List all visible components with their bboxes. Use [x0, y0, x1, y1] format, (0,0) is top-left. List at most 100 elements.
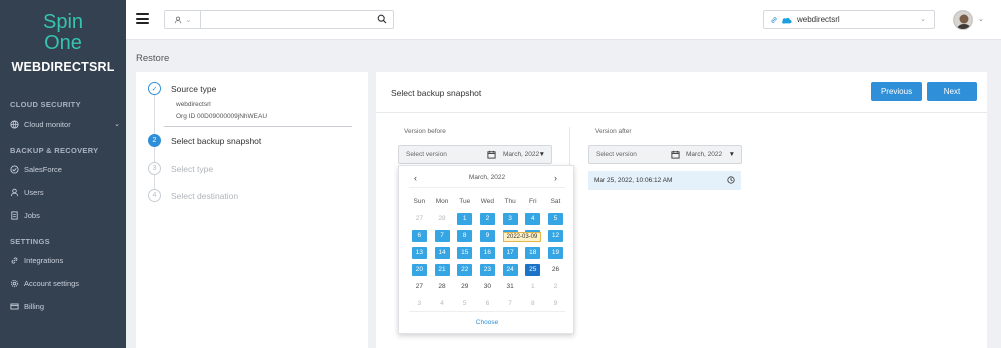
calendar-day[interactable]: 8	[453, 227, 476, 244]
calendar-grid: SunMonTueWedThuFriSat2728123456789101112…	[408, 193, 567, 312]
steps-panel: ✓ Source type webdirectsrl Org ID 00D090…	[136, 72, 368, 348]
calendar-day[interactable]: 14	[431, 244, 454, 261]
org-selector-label: webdirectsrl	[797, 15, 840, 24]
snapshot-item[interactable]: Mar 25, 2022, 10:06:12 AM	[588, 171, 741, 190]
calendar-day[interactable]: 6	[408, 227, 431, 244]
file-icon	[10, 210, 19, 220]
panel-title: Select backup snapshot	[391, 88, 482, 98]
sidebar-item-jobs[interactable]: Jobs	[10, 208, 120, 222]
sidebar-item-account-settings[interactable]: Account settings	[10, 276, 120, 290]
sidebar-item-billing[interactable]: Billing	[10, 299, 120, 313]
calendar-day[interactable]: 16	[476, 244, 499, 261]
date-tooltip: 2022-03-09	[503, 232, 541, 242]
calendar-day-number: 18	[525, 246, 541, 259]
step-select-destination[interactable]: 4 Select destination	[148, 189, 238, 202]
calendar-day-number: 27	[415, 283, 423, 290]
calendar-day: 3	[408, 295, 431, 312]
calendar-day[interactable]: 4	[521, 210, 544, 227]
version-before-label: Version before	[404, 128, 446, 135]
calendar-day[interactable]: 5	[544, 210, 567, 227]
step-select-type[interactable]: 3 Select type	[148, 162, 213, 175]
calendar-day-number: 28	[438, 283, 446, 290]
calendar-day[interactable]: 7	[431, 227, 454, 244]
step-number: 3	[148, 162, 161, 175]
org-selector[interactable]: webdirectsrl ⌄	[763, 10, 935, 29]
choose-button[interactable]: Choose	[399, 319, 575, 326]
version-after-select[interactable]: Select version March, 2022 ▼	[588, 145, 742, 164]
calendar-day[interactable]: 13	[408, 244, 431, 261]
calendar-day-number: 23	[479, 263, 495, 276]
calendar-day[interactable]: 19	[544, 244, 567, 261]
calendar-day[interactable]: 2	[476, 210, 499, 227]
version-placeholder: Select version	[406, 151, 447, 158]
calendar-day[interactable]: 24	[499, 261, 522, 278]
gear-icon	[10, 279, 19, 288]
calendar-day[interactable]: 17	[499, 244, 522, 261]
calendar-day[interactable]: 1	[453, 210, 476, 227]
calendar-day-number: 4	[525, 212, 541, 225]
week-row: 20 21 22 23 24 25 26	[408, 261, 567, 278]
sidebar-item-label: Billing	[24, 301, 45, 311]
step-label: Source type	[171, 83, 217, 94]
section-title-backup-recovery: BACKUP & RECOVERY	[10, 146, 99, 155]
calendar-day-number: 9	[553, 300, 558, 307]
calendar-day-number: 25	[525, 263, 541, 276]
calendar-day-number: 29	[461, 283, 469, 290]
week-row: 13 14 15 16 17 18 19	[408, 244, 567, 261]
logo[interactable]: Spin One WEBDIRECTSRL	[0, 12, 126, 75]
calendar-icon	[487, 150, 496, 159]
sidebar-item-salesforce[interactable]: SalesForce	[10, 162, 120, 176]
step-label: Select destination	[171, 190, 239, 201]
calendar-day[interactable]: 20	[408, 261, 431, 278]
calendar-day: 7	[499, 295, 522, 312]
search-scope-select[interactable]: ⌄	[165, 11, 201, 28]
link-icon	[771, 16, 777, 23]
calendar-day[interactable]: 21	[431, 261, 454, 278]
calendar-day-number: 6	[411, 229, 427, 242]
calendar-day[interactable]: 23	[476, 261, 499, 278]
avatar[interactable]	[953, 10, 973, 30]
search-input[interactable]	[205, 13, 365, 26]
calendar-day-number: 8	[530, 300, 535, 307]
sidebar-item-cloud-monitor[interactable]: Cloud monitor ⌄	[10, 117, 120, 131]
calendar-day-number: 27	[415, 215, 423, 222]
version-before-select[interactable]: Select version March, 2022 ▼	[398, 145, 552, 164]
calendar-day[interactable]: 9	[476, 227, 499, 244]
sidebar-item-label: Integrations	[24, 255, 64, 265]
chevron-down-icon: ⌄	[185, 16, 192, 24]
calendar-day[interactable]: 22	[453, 261, 476, 278]
calendar-day-selected[interactable]: 25	[521, 261, 544, 278]
calendar-day-number: 6	[485, 300, 490, 307]
next-button[interactable]: Next	[927, 82, 977, 101]
org-name: WEBDIRECTSRL	[11, 60, 115, 74]
step-select-backup-snapshot[interactable]: 2 Select backup snapshot	[148, 134, 261, 147]
step-source-type[interactable]: ✓ Source type	[148, 82, 216, 95]
calendar-day-number: 5	[547, 212, 563, 225]
next-month-icon[interactable]: ›	[554, 172, 557, 184]
search-icon[interactable]	[377, 14, 387, 24]
calendar-day-number: 7	[508, 300, 512, 307]
version-month: March, 2022	[686, 151, 723, 158]
calendar-day-number: 31	[506, 283, 514, 290]
hamburger-menu-icon[interactable]	[136, 13, 149, 24]
calendar-day-number: 7	[434, 229, 450, 242]
calendar-day-number: 14	[434, 246, 450, 259]
calendar-day[interactable]: 15	[453, 244, 476, 261]
card-icon	[10, 302, 19, 311]
calendar-day[interactable]: 12	[544, 227, 567, 244]
calendar-day-number: 16	[479, 246, 495, 259]
calendar-day[interactable]: 18	[521, 244, 544, 261]
calendar-day-number: 2	[553, 283, 558, 290]
calendar-day[interactable]: 3	[499, 210, 522, 227]
calendar-day: 26	[544, 261, 567, 278]
sidebar-item-integrations[interactable]: Integrations	[10, 253, 120, 267]
sidebar: Spin One WEBDIRECTSRL CLOUD SECURITY Clo…	[0, 0, 126, 348]
chevron-down-icon[interactable]: ⌄	[978, 15, 984, 23]
sidebar-item-users[interactable]: Users	[10, 185, 120, 199]
divider	[409, 311, 565, 312]
previous-button[interactable]: Previous	[871, 82, 922, 101]
weekday-label: Thu	[504, 198, 516, 205]
calendar-day: 6	[476, 295, 499, 312]
calendar-day-number: 4	[440, 300, 444, 307]
step-label: Select backup snapshot	[171, 135, 262, 146]
